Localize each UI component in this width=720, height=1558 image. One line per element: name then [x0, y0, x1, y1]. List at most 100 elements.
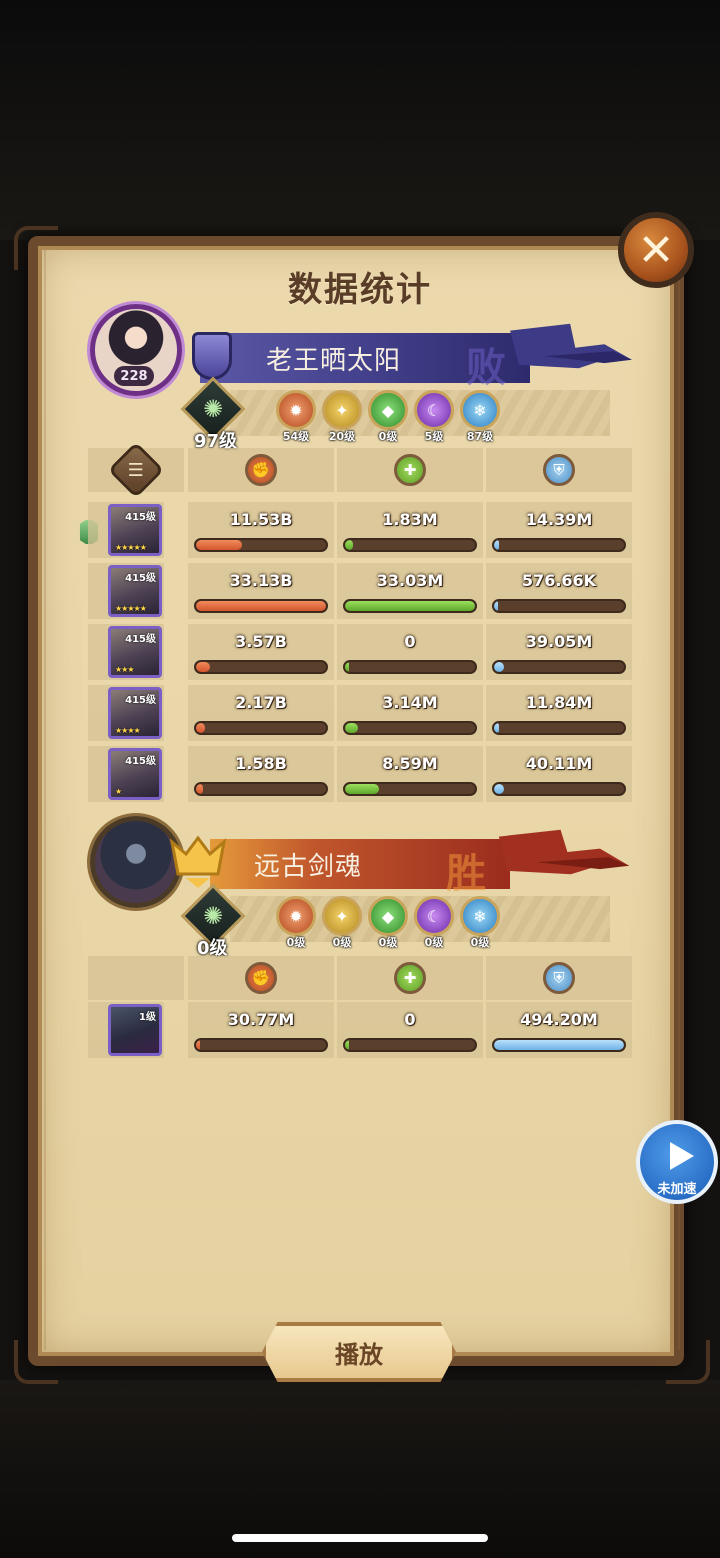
damage-cell: 1.58B: [188, 746, 334, 802]
hero-level: 415级: [125, 695, 156, 706]
damage-value: 11.53B: [229, 510, 293, 529]
damage-bar: [194, 782, 328, 796]
document-icon: ☰: [107, 441, 165, 499]
replay-play-button[interactable]: 播放: [262, 1322, 456, 1382]
damage-bar-fill: [196, 1040, 200, 1050]
tree-icon: ✺: [202, 902, 224, 930]
tank-cell: 576.66K: [486, 563, 632, 619]
player-banner: 老王晒太阳 败: [200, 333, 530, 391]
tank-cell: 14.39M: [486, 502, 632, 558]
faction-level: 87级: [466, 430, 494, 443]
tank-value: 576.66K: [521, 571, 597, 590]
damage-bar-fill: [196, 662, 211, 672]
nature-faction-icon: ◆: [368, 390, 408, 430]
hero-stars: ★★★★: [115, 726, 141, 735]
hero-stars: ★★★: [115, 665, 134, 674]
tank-column-header: ⛨: [486, 448, 632, 492]
hero-cell[interactable]: 415级 ★★★★: [88, 685, 164, 741]
tank-cell: 494.20M: [486, 1002, 632, 1058]
damage-cell: 11.53B: [188, 502, 334, 558]
damage-cell: 33.13B: [188, 563, 334, 619]
hero-cell[interactable]: 1级: [88, 1002, 164, 1058]
arcane-faction-icon: ☾: [414, 896, 454, 936]
heal-value: 0: [404, 1010, 416, 1029]
heal-bar: [343, 660, 477, 674]
heal-bar: [343, 721, 477, 735]
play-triangle-icon: [670, 1142, 694, 1170]
damage-value: 1.58B: [235, 754, 287, 773]
hero-level: 415级: [125, 634, 156, 645]
damage-icon: ✊: [245, 454, 277, 486]
heal-bar-fill: [345, 662, 349, 672]
hero-portrait[interactable]: 415级 ★★★★★: [108, 565, 162, 617]
hero-level: 415级: [125, 573, 156, 584]
player-name: 老王晒太阳: [266, 345, 402, 376]
faction-level: 54级: [282, 430, 310, 443]
hero-portrait[interactable]: 415级 ★★★★: [108, 687, 162, 739]
damage-bar-fill: [196, 601, 326, 611]
shield-icon: ⛨: [543, 962, 575, 994]
tank-bar-fill: [494, 784, 505, 794]
hero-portrait[interactable]: 415级 ★★★: [108, 626, 162, 678]
hero-cell[interactable]: 415级 ★★★★★: [88, 563, 164, 619]
heal-value: 33.03M: [376, 571, 444, 590]
background-bottom: [0, 1380, 720, 1558]
light-faction-icon: ✦: [322, 390, 362, 430]
tank-bar: [492, 599, 626, 613]
heal-icon: ✚: [394, 454, 426, 486]
damage-bar: [194, 1038, 328, 1052]
heal-value: 8.59M: [382, 754, 438, 773]
damage-bar: [194, 538, 328, 552]
faction-level: 0级: [332, 936, 352, 949]
damage-bar-fill: [196, 784, 203, 794]
heal-bar: [343, 599, 477, 613]
tank-column-header: ⛨: [486, 956, 632, 1000]
hero-cell[interactable]: 415级 ★★★★★: [88, 502, 164, 558]
tree-icon: ✺: [202, 395, 224, 423]
heal-cell: 0: [337, 1002, 483, 1058]
close-button[interactable]: ✕: [618, 212, 694, 288]
damage-value: 2.17B: [235, 693, 287, 712]
heal-cell: 1.83M: [337, 502, 483, 558]
banner-flag-tail: [510, 323, 632, 369]
hero-level: 1级: [139, 1012, 156, 1023]
damage-cell: 30.77M: [188, 1002, 334, 1058]
tank-bar: [492, 660, 626, 674]
light-faction-icon: ✦: [322, 896, 362, 936]
hero-column-header: ☰: [88, 441, 184, 499]
shield-icon: ⛨: [543, 454, 575, 486]
hero-cell[interactable]: 415级 ★: [88, 746, 164, 802]
speed-label: 未加速: [657, 1182, 697, 1197]
winner-crown-icon: [169, 835, 227, 888]
heal-value: 0: [404, 632, 416, 651]
arcane-faction-icon: ☾: [414, 390, 454, 430]
heal-bar-fill: [345, 784, 379, 794]
tank-cell: 39.05M: [486, 624, 632, 680]
hero-portrait[interactable]: 415级 ★★★★★: [108, 504, 162, 556]
home-indicator: [232, 1534, 488, 1542]
damage-value: 3.57B: [235, 632, 287, 651]
heal-cell: 33.03M: [337, 563, 483, 619]
heal-bar-fill: [345, 723, 358, 733]
hero-cell[interactable]: 415级 ★★★: [88, 624, 164, 680]
heal-value: 3.14M: [382, 693, 438, 712]
tank-bar-fill: [494, 662, 505, 672]
heal-icon: ✚: [394, 962, 426, 994]
tank-bar-fill: [494, 540, 500, 550]
background-top: [0, 0, 720, 240]
hero-portrait[interactable]: 1级: [108, 1004, 162, 1056]
faction-level: 0级: [286, 936, 306, 949]
damage-value: 30.77M: [227, 1010, 295, 1029]
heal-bar-fill: [345, 540, 353, 550]
hero-portrait[interactable]: 415级 ★: [108, 748, 162, 800]
tank-bar: [492, 538, 626, 552]
frost-faction-icon: ❄: [460, 390, 500, 430]
heal-bar-fill: [345, 1040, 349, 1050]
speed-toggle-button[interactable]: 未加速: [636, 1120, 718, 1204]
result-label: 胜: [446, 851, 486, 897]
damage-bar-fill: [196, 540, 242, 550]
heal-column-header: ✚: [337, 448, 483, 492]
damage-column-header: ✊: [188, 448, 334, 492]
heal-bar: [343, 1038, 477, 1052]
tank-value: 11.84M: [525, 693, 593, 712]
